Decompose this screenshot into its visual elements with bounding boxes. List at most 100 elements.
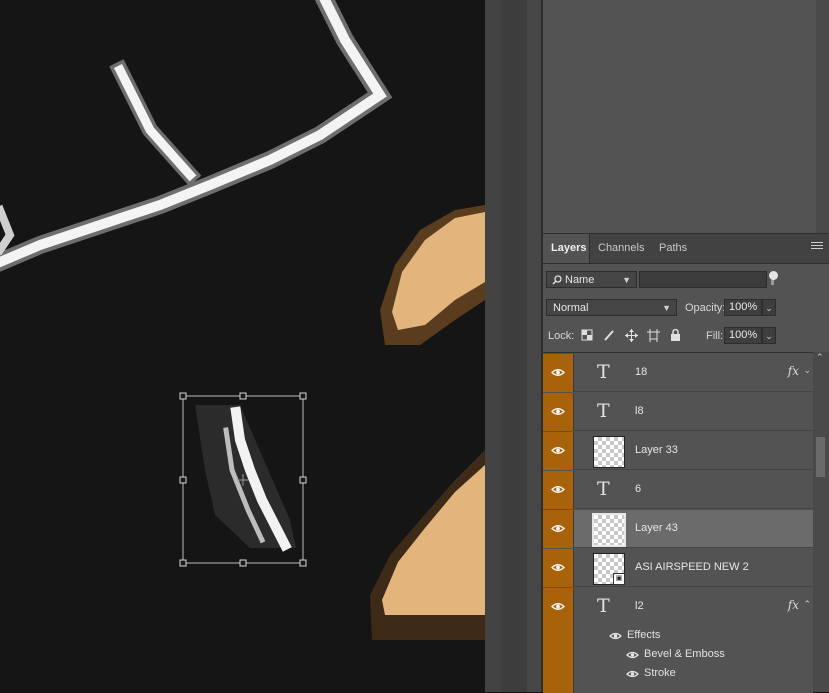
eye-icon [551, 369, 565, 376]
search-icon [552, 275, 562, 285]
effect-label: Bevel & Emboss [644, 648, 725, 660]
upper-panel-scrollbar[interactable] [816, 0, 829, 233]
artwork-white-stroke-left [0, 204, 15, 256]
layer-effects-icon[interactable]: fx [788, 598, 799, 612]
filter-kind-dropdown[interactable]: Name ▼ [546, 271, 637, 288]
layer-row[interactable]: T l8 [543, 393, 813, 431]
lock-position-icon[interactable] [624, 329, 638, 343]
handle-bottom-center [239, 559, 247, 567]
visibility-toggle[interactable] [543, 510, 574, 548]
panel-divider [485, 0, 501, 692]
visibility-toggle[interactable] [543, 471, 574, 509]
visibility-toggle[interactable] [543, 432, 574, 470]
layer-list-scrollbar[interactable]: ⌃ [813, 352, 829, 692]
layer-list: T 18 fx ⌄ T l8 Layer 33 T 6 Layer 43 ▣ A… [543, 352, 813, 693]
text-layer-icon: T [597, 478, 610, 500]
effects-label: Effects [627, 629, 661, 641]
eye-icon [551, 603, 565, 610]
visibility-toggle[interactable] [543, 588, 574, 626]
fill-label: Fill: [706, 330, 724, 342]
tab-paths[interactable]: Paths [651, 234, 695, 263]
layer-row[interactable]: Layer 33 [543, 432, 813, 470]
text-layer-icon: T [597, 400, 610, 422]
filter-toggle-switch[interactable] [769, 271, 778, 280]
filter-input[interactable] [639, 271, 767, 288]
eye-icon [626, 651, 639, 659]
blend-row: Normal ▼ Opacity: 100% ⌄ [543, 299, 829, 319]
effect-label: Stroke [644, 667, 676, 679]
layer-row[interactable]: ▣ ASI AIRSPEED NEW 2 [543, 549, 813, 587]
layer-row-partial[interactable] [543, 352, 813, 353]
layer-thumbnail [593, 436, 625, 468]
tab-channels[interactable]: Channels [590, 234, 652, 263]
layer-row[interactable]: T 18 fx ⌄ [543, 354, 813, 392]
fill-slider-toggle[interactable]: ⌄ [762, 327, 776, 344]
fill-input[interactable]: 100% [724, 327, 762, 344]
layer-name[interactable]: Layer 33 [635, 444, 678, 456]
layer-effects-list: Effects Bevel & Emboss Stroke [543, 626, 813, 693]
panel-tabs: Layers Channels Paths [543, 234, 829, 264]
layer-row[interactable]: T 6 [543, 471, 813, 509]
scrollbar-thumb[interactable] [816, 437, 825, 477]
layer-name[interactable]: 6 [635, 483, 641, 495]
layer-row[interactable]: T l2 fx ⌃ [543, 588, 813, 626]
handle-top-center [239, 392, 247, 400]
panel-dock-edge [527, 0, 541, 692]
eye-icon [551, 447, 565, 454]
layers-panel: Layers Channels Paths Name ▼ Normal ▼ Op… [543, 234, 829, 693]
layer-name[interactable]: ASI AIRSPEED NEW 2 [635, 561, 749, 573]
tab-layers[interactable]: Layers [543, 234, 590, 263]
handle-middle-right [299, 476, 307, 484]
visibility-toggle[interactable] [543, 549, 574, 587]
panel-menu-icon[interactable] [811, 242, 823, 252]
opacity-input[interactable]: 100% [724, 299, 762, 316]
document-canvas[interactable] [0, 0, 485, 692]
blend-mode-value: Normal [553, 302, 589, 314]
upper-panel [543, 0, 829, 234]
scroll-up-icon[interactable]: ⌃ [816, 352, 824, 363]
eye-icon [609, 632, 622, 640]
layer-name[interactable]: 18 [635, 366, 647, 378]
handle-top-right [299, 392, 307, 400]
eye-icon [626, 670, 639, 678]
chevron-down-icon: ▼ [662, 303, 671, 313]
lock-artboard-icon[interactable] [646, 329, 660, 343]
lock-image-pixels-icon[interactable] [602, 329, 616, 343]
effects-eye-column [543, 626, 574, 693]
canvas-artwork [0, 0, 485, 640]
eye-icon [551, 408, 565, 415]
artwork-white-stroke-upper-core [0, 0, 387, 268]
chevron-down-icon[interactable]: ⌄ [803, 365, 811, 376]
eye-icon [551, 486, 565, 493]
layer-thumbnail [592, 513, 626, 547]
chevron-up-icon[interactable]: ⌃ [803, 599, 811, 610]
opacity-label: Opacity: [685, 302, 726, 314]
visibility-toggle[interactable] [543, 354, 574, 392]
blend-mode-dropdown[interactable]: Normal ▼ [546, 299, 677, 316]
handle-bottom-left [179, 559, 187, 567]
chevron-down-icon: ▼ [622, 275, 631, 285]
eye-icon [551, 564, 565, 571]
visibility-toggle[interactable] [543, 352, 574, 353]
handle-middle-left [179, 476, 187, 484]
filter-row: Name ▼ [543, 270, 829, 290]
lock-transparent-pixels-icon[interactable] [580, 329, 594, 343]
layer-name[interactable]: Layer 43 [635, 522, 678, 534]
smart-object-icon: ▣ [613, 573, 625, 585]
visibility-toggle[interactable] [543, 393, 574, 431]
lock-label: Lock: [548, 330, 575, 342]
handle-bottom-right [299, 559, 307, 567]
opacity-slider-toggle[interactable]: ⌄ [762, 299, 776, 316]
layer-row-selected[interactable]: Layer 43 [543, 510, 813, 548]
lock-row: Lock: Fill: 100% ⌄ [543, 327, 829, 347]
text-layer-icon: T [597, 361, 610, 383]
layer-name[interactable]: l2 [635, 600, 644, 612]
eye-icon [551, 525, 565, 532]
lock-all-icon[interactable] [668, 328, 682, 343]
layer-name[interactable]: l8 [635, 405, 644, 417]
layer-effects-icon[interactable]: fx [788, 364, 799, 378]
collapsed-panel-dock[interactable] [501, 0, 527, 692]
handle-top-left [179, 392, 187, 400]
text-layer-icon: T [597, 595, 610, 617]
filter-kind-value: Name [565, 274, 595, 286]
